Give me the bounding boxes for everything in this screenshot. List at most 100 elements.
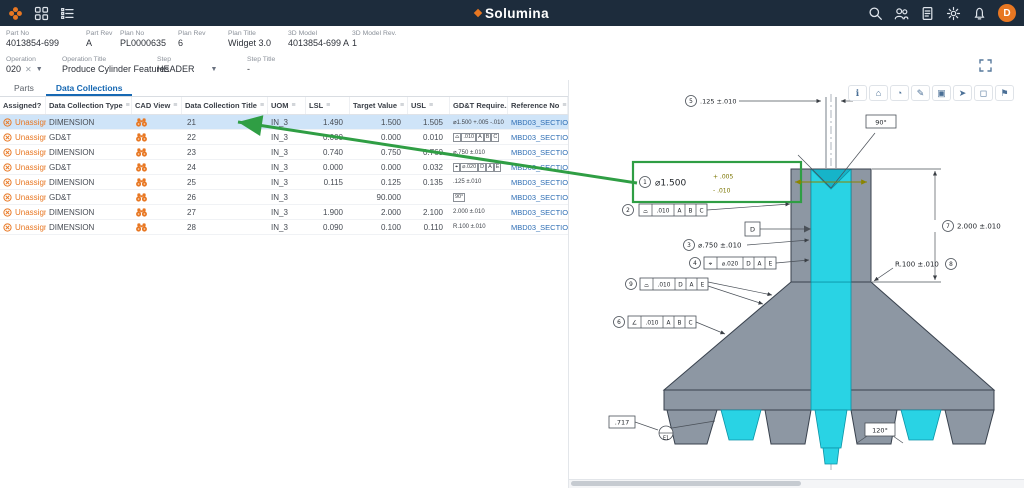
- svg-text:.010: .010: [657, 209, 670, 215]
- unassign-icon: [3, 163, 12, 172]
- table-row[interactable]: UnassignDIMENSION23IN_30.7400.7500.760⌀.…: [0, 145, 568, 160]
- filter-icon[interactable]: ≡: [400, 102, 404, 109]
- unassign-link[interactable]: Unassign: [15, 148, 46, 157]
- operation-bar: Operation 020 ✕ ▼ Operation Title Produc…: [0, 54, 1024, 80]
- svg-text:120°: 120°: [872, 426, 888, 434]
- settings-gear-icon[interactable]: [946, 6, 961, 21]
- usl-cell: 0.110: [408, 220, 450, 234]
- notifications-bell-icon[interactable]: [972, 6, 987, 21]
- reference-link[interactable]: MBD03_SECTION: [508, 115, 568, 129]
- table-row[interactable]: UnassignGD&T22IN_30.0000.0000.010⌓.010AB…: [0, 130, 568, 145]
- tab-parts[interactable]: Parts: [4, 80, 44, 96]
- snapshot-icon[interactable]: ▣: [932, 85, 951, 101]
- checklist-icon[interactable]: [60, 6, 75, 21]
- binoculars-icon[interactable]: [135, 163, 148, 172]
- views-icon[interactable]: ◔: [890, 85, 909, 101]
- reference-link[interactable]: MBD03_SECTION: [508, 175, 568, 189]
- info-icon[interactable]: ℹ: [848, 85, 867, 101]
- dc-title-cell: 27: [182, 205, 268, 219]
- home-view-icon[interactable]: ⌂: [869, 85, 888, 101]
- reference-link[interactable]: MBD03_SECTION: [508, 160, 568, 174]
- operation-clear-icon[interactable]: ✕: [25, 65, 32, 74]
- center-slot: [815, 410, 847, 448]
- unassign-link[interactable]: Unassign: [15, 163, 46, 172]
- col-title: Data Collection Title≡: [182, 97, 268, 114]
- table-row[interactable]: UnassignDIMENSION28IN_30.0900.1000.110R.…: [0, 220, 568, 235]
- tab-bar: Parts Data Collections: [0, 80, 568, 97]
- filter-icon[interactable]: ≡: [429, 102, 433, 109]
- flag-icon[interactable]: ⚑: [995, 85, 1014, 101]
- operation-dropdown-icon[interactable]: ▼: [36, 66, 43, 73]
- dc-type-cell: DIMENSION: [46, 220, 132, 234]
- table-row[interactable]: UnassignDIMENSION21IN_31.4901.5001.505⌀1…: [0, 115, 568, 130]
- brand-flower-icon[interactable]: [8, 6, 23, 21]
- svg-text:⌓: ⌓: [643, 208, 648, 215]
- assigned-cell: Unassign: [0, 145, 46, 159]
- unassign-link[interactable]: Unassign: [15, 223, 46, 232]
- lsl-cell: 1.490: [306, 115, 350, 129]
- filter-icon[interactable]: ≡: [126, 102, 130, 109]
- fullscreen-icon[interactable]: [979, 59, 992, 75]
- unassign-link[interactable]: Unassign: [15, 133, 46, 142]
- binoculars-icon[interactable]: [135, 148, 148, 157]
- target-cell: 90.000: [350, 190, 408, 204]
- assigned-cell: Unassign: [0, 130, 46, 144]
- dc-type-cell: GD&T: [46, 190, 132, 204]
- unassign-link[interactable]: Unassign: [15, 208, 46, 217]
- table-row[interactable]: UnassignGD&T24IN_30.0000.0000.032⌖⌀.020D…: [0, 160, 568, 175]
- cad-drawing[interactable]: 5 .125 ±.010 90° 1: [569, 92, 1023, 477]
- svg-text:⌀.750 ±.010: ⌀.750 ±.010: [698, 242, 741, 250]
- reference-link[interactable]: MBD03_SECTION: [508, 205, 568, 219]
- table-row[interactable]: UnassignGD&T26IN_390.00090°MBD03_SECTION: [0, 190, 568, 205]
- scrollbar-thumb[interactable]: [571, 481, 801, 486]
- avatar[interactable]: D: [998, 4, 1016, 22]
- usl-cell: 1.505: [408, 115, 450, 129]
- lsl-cell: 1.900: [306, 205, 350, 219]
- operation-select[interactable]: Operation 020 ✕ ▼: [6, 56, 62, 77]
- viewer-scrollbar[interactable]: [569, 479, 1024, 488]
- filter-icon[interactable]: ≡: [562, 102, 566, 109]
- table-row[interactable]: UnassignDIMENSION27IN_31.9002.0002.1002.…: [0, 205, 568, 220]
- svg-text:.010: .010: [658, 283, 671, 289]
- filter-icon[interactable]: ≡: [173, 102, 177, 109]
- step-dropdown-icon[interactable]: ▼: [211, 66, 218, 73]
- unassign-icon: [3, 148, 12, 157]
- unassign-link[interactable]: Unassign: [15, 178, 46, 187]
- gdt-cell: 90°: [450, 190, 508, 204]
- select-icon[interactable]: ➤: [953, 85, 972, 101]
- cylinder-wall-right: [851, 169, 871, 282]
- uom-cell: IN_3: [268, 175, 306, 189]
- gdt-cell: .125 ±.010: [450, 175, 508, 189]
- unassign-link[interactable]: Unassign: [15, 193, 46, 202]
- binoculars-icon[interactable]: [135, 118, 148, 127]
- table-row[interactable]: UnassignDIMENSION25IN_30.1150.1250.135.1…: [0, 175, 568, 190]
- reference-link[interactable]: MBD03_SECTION: [508, 220, 568, 234]
- reference-link[interactable]: MBD03_SECTION: [508, 190, 568, 204]
- binoculars-icon[interactable]: [135, 133, 148, 142]
- unassign-link[interactable]: Unassign: [15, 118, 46, 127]
- svg-text:.125 ±.010: .125 ±.010: [700, 98, 736, 106]
- binoculars-icon[interactable]: [135, 178, 148, 187]
- binoculars-icon[interactable]: [135, 223, 148, 232]
- filter-icon[interactable]: ≡: [260, 102, 264, 109]
- model-tree-icon[interactable]: ◻: [974, 85, 993, 101]
- step-select[interactable]: Step HEADER ▼: [157, 56, 247, 77]
- reference-link[interactable]: MBD03_SECTION: [508, 130, 568, 144]
- filter-icon[interactable]: ≡: [292, 102, 296, 109]
- document-icon[interactable]: [920, 6, 935, 21]
- dc-type-cell: GD&T: [46, 130, 132, 144]
- search-icon[interactable]: [868, 6, 883, 21]
- markup-icon[interactable]: ✎: [911, 85, 930, 101]
- binoculars-icon[interactable]: [135, 208, 148, 217]
- svg-text:A: A: [678, 209, 682, 215]
- cad-viewer-panel: ℹ⌂◔✎▣➤◻⚑: [568, 80, 1024, 488]
- dc-title-cell: 24: [182, 160, 268, 174]
- users-icon[interactable]: [894, 6, 909, 21]
- reference-link[interactable]: MBD03_SECTION: [508, 145, 568, 159]
- gdt-cell: ⌀.750 ±.010: [450, 145, 508, 159]
- filter-icon[interactable]: ≡: [326, 102, 330, 109]
- tab-data-collections[interactable]: Data Collections: [46, 80, 133, 96]
- assigned-cell: Unassign: [0, 220, 46, 234]
- binoculars-icon[interactable]: [135, 193, 148, 202]
- apps-grid-icon[interactable]: [34, 6, 49, 21]
